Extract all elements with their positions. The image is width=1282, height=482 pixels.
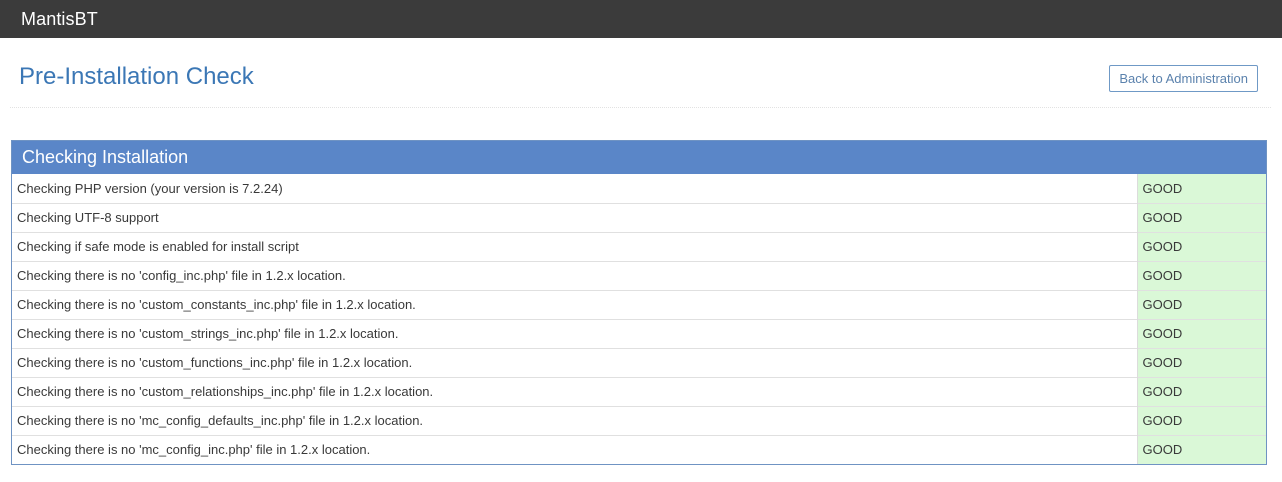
checks-table: Checking PHP version (your version is 7.… [12, 174, 1266, 464]
check-description: Checking there is no 'mc_config_defaults… [12, 405, 1138, 435]
check-description: Checking there is no 'custom_functions_i… [12, 347, 1138, 377]
status-badge: GOOD [1137, 405, 1266, 435]
panel-title: Checking Installation [12, 141, 1266, 174]
back-to-administration-button[interactable]: Back to Administration [1109, 65, 1258, 92]
table-row: Checking if safe mode is enabled for ins… [12, 231, 1266, 261]
table-row: Checking there is no 'custom_functions_i… [12, 347, 1266, 377]
status-badge: GOOD [1137, 289, 1266, 319]
check-description: Checking UTF-8 support [12, 202, 1138, 232]
brand-logo-text[interactable]: MantisBT [21, 9, 98, 30]
page-header: Pre-Installation Check Back to Administr… [10, 38, 1271, 108]
status-badge: GOOD [1137, 376, 1266, 406]
check-description: Checking if safe mode is enabled for ins… [12, 231, 1138, 261]
status-badge: GOOD [1137, 202, 1266, 232]
check-description: Checking there is no 'config_inc.php' fi… [12, 260, 1138, 290]
table-row: Checking there is no 'mc_config_inc.php'… [12, 434, 1266, 464]
page-title: Pre-Installation Check [19, 63, 254, 90]
status-badge: GOOD [1137, 174, 1266, 203]
status-badge: GOOD [1137, 231, 1266, 261]
table-row: Checking PHP version (your version is 7.… [12, 174, 1266, 203]
table-row: Checking there is no 'custom_constants_i… [12, 289, 1266, 319]
status-badge: GOOD [1137, 347, 1266, 377]
check-description: Checking there is no 'custom_relationshi… [12, 376, 1138, 406]
check-description: Checking there is no 'custom_strings_inc… [12, 318, 1138, 348]
check-description: Checking there is no 'mc_config_inc.php'… [12, 434, 1138, 464]
table-row: Checking there is no 'config_inc.php' fi… [12, 260, 1266, 290]
table-row: Checking there is no 'mc_config_defaults… [12, 405, 1266, 435]
navbar: MantisBT [0, 0, 1282, 38]
check-description: Checking there is no 'custom_constants_i… [12, 289, 1138, 319]
checking-installation-panel: Checking Installation Checking PHP versi… [11, 140, 1267, 465]
status-badge: GOOD [1137, 434, 1266, 464]
table-row: Checking there is no 'custom_relationshi… [12, 376, 1266, 406]
check-description: Checking PHP version (your version is 7.… [12, 174, 1138, 203]
status-badge: GOOD [1137, 318, 1266, 348]
status-badge: GOOD [1137, 260, 1266, 290]
table-row: Checking there is no 'custom_strings_inc… [12, 318, 1266, 348]
table-row: Checking UTF-8 support GOOD [12, 202, 1266, 232]
